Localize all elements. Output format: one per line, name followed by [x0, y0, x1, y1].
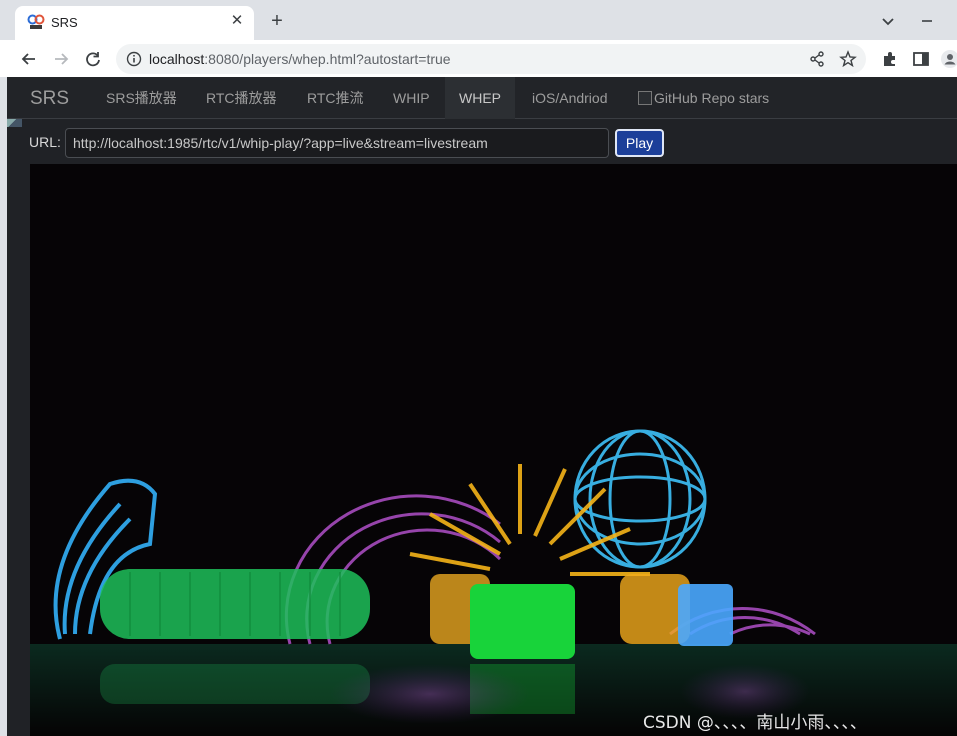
extensions-puzzle-icon[interactable]	[880, 49, 900, 69]
nav-srs-player[interactable]: SRS播放器	[92, 77, 191, 119]
nav-rtc-publish[interactable]: RTC推流	[293, 77, 378, 119]
back-arrow-icon[interactable]	[18, 48, 40, 70]
browser-toolbar: localhost:8080/players/whep.html?autosta…	[0, 40, 957, 77]
green-slinky	[100, 569, 370, 639]
profile-avatar-icon[interactable]	[940, 49, 957, 69]
blue-box-slinky	[678, 584, 733, 646]
bookmark-star-icon[interactable]	[839, 50, 857, 68]
player-content: URL: http://localhost:1985/rtc/v1/whip-p…	[7, 119, 957, 736]
nav-ios-android[interactable]: iOS/Andriod	[518, 77, 621, 119]
web-page: SRS SRS播放器 RTC播放器 RTC推流 WHIP WHEP iOS/An…	[7, 77, 957, 736]
tab-title: SRS	[51, 15, 78, 30]
csdn-watermark: CSDN @、、、、南山小雨、、、、	[643, 713, 867, 733]
video-frame	[30, 164, 957, 736]
nav-whip[interactable]: WHIP	[379, 77, 444, 119]
broken-image-icon	[638, 91, 652, 105]
side-panel-icon[interactable]	[911, 49, 931, 69]
address-url[interactable]: localhost:8080/players/whep.html?autosta…	[149, 51, 451, 67]
broken-image-icon	[7, 119, 22, 127]
site-brand[interactable]: SRS	[30, 88, 69, 110]
green-cube-slinky	[470, 584, 575, 659]
forward-arrow-icon[interactable]	[50, 48, 72, 70]
address-bar[interactable]: localhost:8080/players/whep.html?autosta…	[116, 44, 866, 74]
github-stars-badge[interactable]: GitHub Repo stars	[624, 77, 783, 119]
browser-tab[interactable]: SRS ✕	[15, 6, 254, 40]
minimize-window-icon[interactable]	[920, 14, 934, 28]
nav-rtc-player[interactable]: RTC播放器	[192, 77, 291, 119]
nav-whep[interactable]: WHEP	[445, 77, 515, 119]
url-label: URL:	[29, 134, 61, 150]
github-badge-alt: GitHub Repo stars	[654, 90, 770, 106]
video-player[interactable]: CSDN @、、、、南山小雨、、、、	[30, 164, 957, 736]
share-icon[interactable]	[808, 50, 826, 68]
site-info-icon[interactable]	[126, 51, 142, 67]
url-input[interactable]: http://localhost:1985/rtc/v1/whip-play/?…	[65, 128, 609, 158]
srs-favicon-icon	[27, 14, 45, 29]
tab-search-chevron-icon[interactable]	[881, 14, 895, 28]
address-host: localhost	[149, 51, 205, 67]
address-path: :8080/players/whep.html?autostart=true	[204, 51, 451, 67]
new-tab-button[interactable]: +	[266, 10, 288, 32]
site-navbar: SRS SRS播放器 RTC播放器 RTC推流 WHIP WHEP iOS/An…	[7, 77, 957, 119]
play-button[interactable]: Play	[615, 129, 664, 157]
reload-icon[interactable]	[82, 48, 104, 70]
tab-close-icon[interactable]: ✕	[228, 12, 246, 30]
browser-tabstrip: SRS ✕ +	[0, 0, 957, 40]
